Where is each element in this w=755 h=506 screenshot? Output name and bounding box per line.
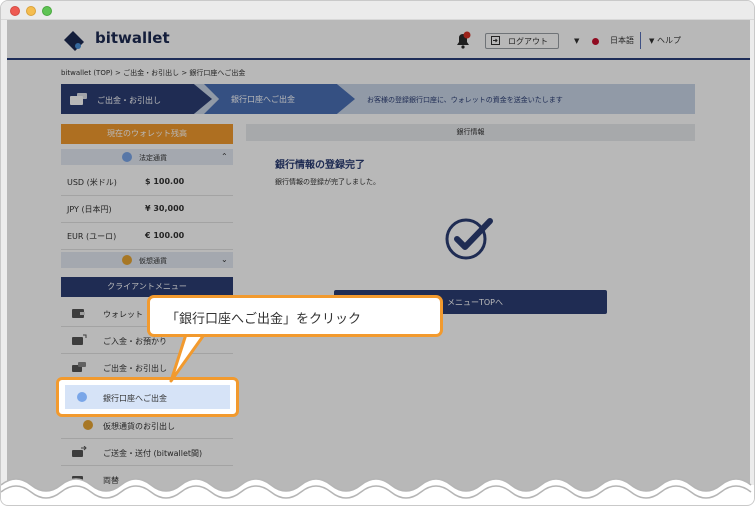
torn-edge-decoration [1, 478, 754, 505]
minimize-window-button[interactable] [26, 6, 36, 16]
dim-overlay [7, 20, 750, 505]
instruction-callout: 「銀行口座へご出金」をクリック [147, 295, 443, 337]
web-page: bitwallet ログアウト ▼ 日本語 ▼ ヘルプ bitwallet (T… [7, 20, 750, 505]
menu-item-bank-withdraw[interactable]: 銀行口座へご出金 [65, 385, 230, 409]
menu-item-label: 銀行口座へご出金 [103, 394, 167, 403]
close-window-button[interactable] [10, 6, 20, 16]
callout-text: 「銀行口座へご出金」をクリック [166, 312, 362, 327]
maximize-window-button[interactable] [42, 6, 52, 16]
title-bar [1, 1, 754, 20]
fiat-coin-icon [77, 392, 87, 402]
browser-window: bitwallet ログアウト ▼ 日本語 ▼ ヘルプ bitwallet (T… [0, 0, 755, 506]
